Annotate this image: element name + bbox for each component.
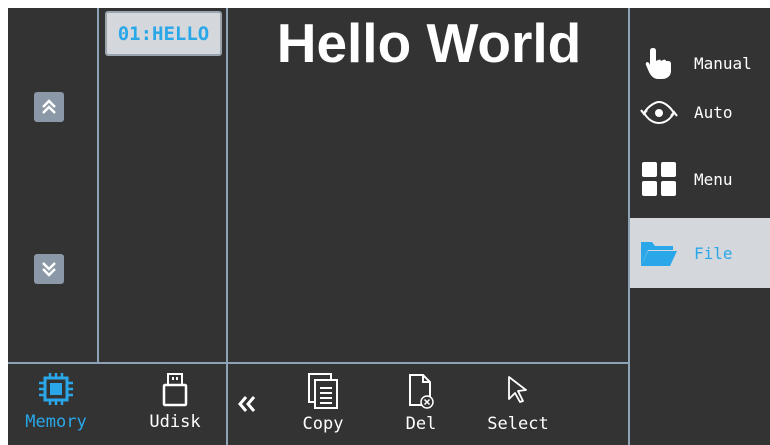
double-chevron-up-icon [42,99,56,114]
delete-file-icon [409,374,434,409]
delete-label: Del [405,414,437,434]
sidebar-item-auto[interactable]: Auto [630,92,770,132]
folder-open-icon [638,233,680,273]
cursor-icon [508,376,527,403]
usb-drive-icon [162,373,188,407]
scroll-down-button[interactable] [34,254,64,284]
sidebar-item-label: File [694,243,733,263]
double-chevron-down-icon [42,262,56,277]
copy-label: Copy [302,414,344,434]
sidebar-item-label: Menu [694,169,733,189]
hand-pointer-icon [638,43,680,83]
file-list-item-label: 01:HELLO [117,22,210,45]
sidebar-item-manual[interactable]: Manual [630,41,770,85]
divider-bottom [8,362,628,364]
storage-udisk-label: Udisk [149,412,201,432]
storage-memory-button[interactable]: Memory [10,372,102,432]
sidebar-item-menu[interactable]: Menu [630,156,770,202]
chip-icon [39,373,73,405]
double-chevron-left-icon [238,396,256,412]
select-label: Select [487,414,549,434]
divider-left [97,8,99,363]
preview-text: Hello World [276,12,582,74]
file-list-item[interactable]: 01:HELLO [105,11,222,56]
sidebar-item-label: Auto [694,102,733,122]
sidebar-item-label: Manual [694,53,752,73]
storage-udisk-button[interactable]: Udisk [129,372,221,432]
back-button[interactable] [236,393,264,421]
storage-memory-label: Memory [25,412,87,432]
eye-cycle-icon [638,92,680,132]
copy-button[interactable]: Copy [288,372,358,434]
sidebar-item-file[interactable]: File [630,218,770,288]
select-button[interactable]: Select [478,372,558,434]
grid-icon [638,159,680,199]
copy-icon [308,373,338,409]
delete-button[interactable]: Del [386,372,456,434]
divider-middle [226,8,228,445]
scroll-up-button[interactable] [34,92,64,122]
screen: 01:HELLO Hello World Manual Auto Menu Fi… [8,8,770,445]
